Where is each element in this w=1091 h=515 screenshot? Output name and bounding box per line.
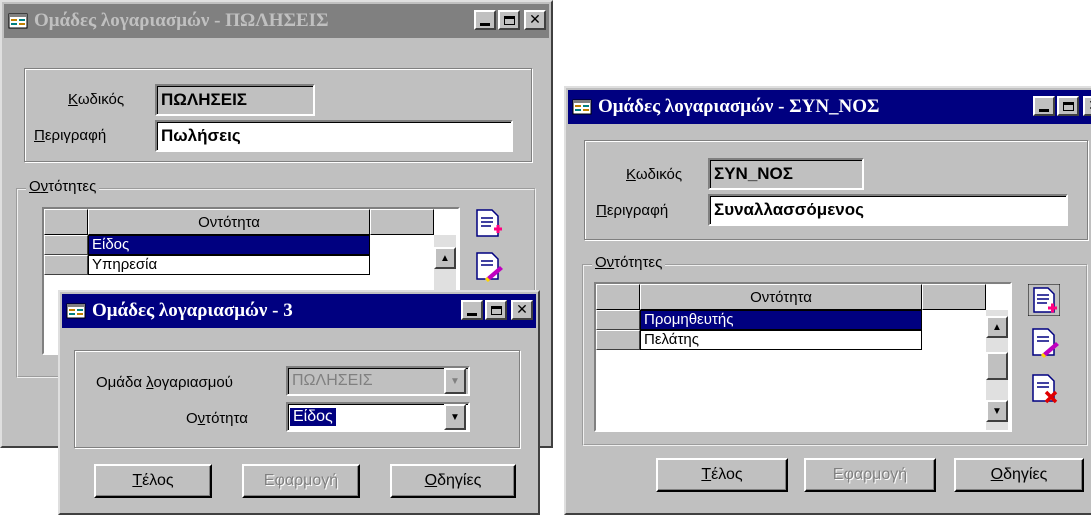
maximize-button[interactable]: [498, 10, 520, 30]
column-header-entity[interactable]: Οντότητα: [88, 209, 370, 235]
apply-button[interactable]: Εφαρμογή: [804, 458, 936, 492]
description-field[interactable]: Πωλήσεις: [155, 120, 513, 152]
window-title: Ομάδες λογαριασμών - ΠΩΛΗΣΕΙΣ: [34, 10, 329, 31]
description-field[interactable]: Συναλλασσόμενος: [708, 194, 1068, 226]
window-title: Ομάδες λογαριασμών - ΣΥΝ_ΝΟΣ: [598, 96, 880, 117]
minimize-icon: [480, 23, 490, 26]
maximize-button[interactable]: [485, 300, 507, 320]
account-group-combo[interactable]: ΠΩΛΗΣΕΙΣ: [286, 366, 470, 396]
close-button[interactable]: ✕: [524, 10, 546, 30]
help-button[interactable]: Οδηγίες: [954, 458, 1084, 492]
entity-combo-value: Είδος: [289, 407, 337, 427]
minimize-icon: [467, 313, 477, 316]
account-group-label: Ομάδα λογαριασμού: [96, 374, 233, 391]
help-button[interactable]: Οδηγίες: [390, 464, 516, 498]
maximize-button[interactable]: [1057, 96, 1079, 116]
minimize-button[interactable]: [1033, 96, 1055, 116]
maximize-icon: [1062, 101, 1074, 111]
scroll-thumb[interactable]: [986, 352, 1008, 380]
maximize-icon: [503, 15, 515, 25]
row-selector[interactable]: [596, 310, 640, 330]
table-row[interactable]: Προμηθευτής: [640, 310, 922, 330]
edit-record-icon[interactable]: [472, 250, 504, 282]
scroll-up-icon: ▲: [440, 252, 450, 264]
column-header-extra[interactable]: [922, 284, 986, 310]
code-label: Κωδικός: [68, 91, 125, 108]
description-label: Περιγραφή: [34, 127, 107, 144]
edit-record-icon[interactable]: [1028, 326, 1060, 358]
scroll-up-icon: ▲: [992, 321, 1002, 333]
code-field[interactable]: ΣΥΝ_ΝΟΣ: [708, 158, 864, 190]
entity-combo[interactable]: Είδος: [286, 402, 470, 432]
scroll-up-button[interactable]: ▲: [986, 316, 1008, 338]
account-group-dropdown-button[interactable]: ▼: [444, 368, 466, 394]
grid-scrollbar[interactable]: ▲ ▼: [986, 310, 1008, 430]
scroll-down-icon: ▼: [992, 405, 1002, 417]
dropdown-arrow-icon: ▼: [450, 411, 460, 423]
minimize-button[interactable]: [461, 300, 483, 320]
app-icon: [66, 303, 86, 319]
entities-grid: Οντότητα Προμηθευτής Πελάτης ▲ ▼: [594, 282, 1012, 432]
window-group-3: Ομάδες λογαριασμών - 3 ✕ Ομάδα λογαριασμ…: [58, 290, 540, 515]
dialog-panel: [74, 350, 520, 448]
entities-group-title: Οντότητες: [592, 254, 666, 271]
table-row[interactable]: Είδος: [88, 235, 370, 255]
description-label: Περιγραφή: [596, 202, 669, 219]
entity-label: Οντότητα: [186, 410, 248, 427]
table-row[interactable]: Υπηρεσία: [88, 255, 370, 275]
app-icon: [8, 13, 28, 29]
window-syn-nos: Ομάδες λογαριασμών - ΣΥΝ_ΝΟΣ ✕ Κωδικός Σ…: [564, 86, 1091, 515]
close-icon: ✕: [529, 12, 541, 28]
entity-dropdown-button[interactable]: ▼: [444, 404, 466, 430]
scroll-up-button[interactable]: ▲: [434, 247, 456, 269]
add-record-icon[interactable]: [1028, 284, 1060, 316]
dropdown-arrow-icon: ▼: [450, 375, 460, 387]
end-button[interactable]: Τέλος: [656, 458, 788, 492]
row-selector[interactable]: [44, 235, 88, 255]
end-button[interactable]: Τέλος: [94, 464, 212, 498]
column-header-entity[interactable]: Οντότητα: [640, 284, 922, 310]
code-field[interactable]: ΠΩΛΗΣΕΙΣ: [155, 84, 315, 116]
row-selector[interactable]: [44, 255, 88, 275]
apply-button[interactable]: Εφαρμογή: [242, 464, 360, 498]
window-title: Ομάδες λογαριασμών - 3: [92, 300, 293, 321]
minimize-icon: [1039, 109, 1049, 112]
window-poliseis-titlebar[interactable]: Ομάδες λογαριασμών - ΠΩΛΗΣΕΙΣ ✕: [4, 4, 549, 38]
close-button[interactable]: ✕: [1083, 96, 1091, 116]
scroll-down-button[interactable]: ▼: [986, 400, 1008, 422]
table-row[interactable]: Πελάτης: [640, 330, 922, 350]
add-record-icon[interactable]: [472, 207, 504, 239]
window-syn-nos-titlebar[interactable]: Ομάδες λογαριασμών - ΣΥΝ_ΝΟΣ ✕: [568, 90, 1091, 124]
row-selector[interactable]: [596, 330, 640, 350]
window-group-3-titlebar[interactable]: Ομάδες λογαριασμών - 3 ✕: [62, 294, 536, 328]
close-icon: ✕: [516, 302, 528, 318]
column-header-extra[interactable]: [370, 209, 434, 235]
minimize-button[interactable]: [474, 10, 496, 30]
row-header-corner: [44, 209, 88, 235]
row-header-corner: [596, 284, 640, 310]
entities-group-title: Οντότητες: [26, 178, 100, 195]
app-icon: [572, 99, 592, 115]
maximize-icon: [490, 305, 502, 315]
delete-record-icon[interactable]: [1028, 372, 1060, 404]
code-label: Κωδικός: [626, 166, 683, 183]
close-button[interactable]: ✕: [511, 300, 533, 320]
